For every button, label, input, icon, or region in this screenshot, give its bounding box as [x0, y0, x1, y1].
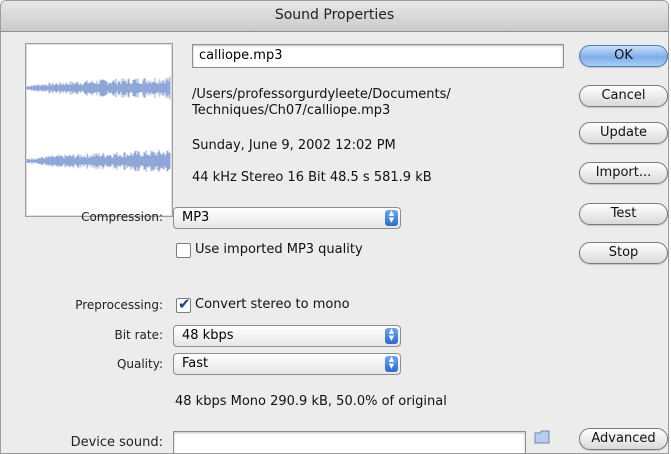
waveform-channel-1: [26, 76, 171, 100]
bitrate-select[interactable]: 48 kbps ▲ ▼: [173, 325, 401, 347]
popup-arrows-icon: ▲ ▼: [385, 356, 398, 372]
waveform-graphic: [26, 76, 171, 173]
advanced-button[interactable]: Advanced: [579, 428, 668, 450]
quality-label: Quality:: [116, 357, 163, 371]
quality-value: Fast: [182, 356, 209, 371]
use-imported-quality-checkbox[interactable]: [176, 243, 191, 258]
file-path-line1: /Users/professorgurdyleete/Documents/: [192, 87, 451, 102]
waveform-channel-2: [26, 149, 171, 173]
import-button[interactable]: Import...: [579, 162, 668, 184]
window-title: Sound Properties: [274, 7, 395, 23]
update-button[interactable]: Update: [579, 122, 668, 144]
checkmark-icon: ✔: [178, 295, 191, 313]
file-date: Sunday, June 9, 2002 12:02 PM: [192, 138, 396, 153]
quality-select[interactable]: Fast ▲ ▼: [173, 353, 401, 375]
preprocessing-label: Preprocessing:: [75, 298, 163, 312]
conversion-summary: 48 kbps Mono 290.9 kB, 50.0% of original: [175, 394, 447, 409]
sound-name-field[interactable]: calliope.mp3: [192, 44, 564, 68]
title-bar: Sound Properties: [1, 1, 668, 32]
waveform-preview: [25, 43, 173, 217]
file-info: 44 kHz Stereo 16 Bit 48.5 s 581.9 kB: [192, 170, 432, 185]
test-button[interactable]: Test: [579, 203, 668, 225]
convert-stereo-checkbox[interactable]: ✔: [176, 295, 191, 313]
stop-button[interactable]: Stop: [579, 242, 668, 264]
sound-name-value: calliope.mp3: [199, 48, 283, 63]
ok-button[interactable]: OK: [579, 45, 668, 67]
device-sound-field[interactable]: [173, 431, 526, 453]
bitrate-value: 48 kbps: [182, 328, 234, 343]
compression-label: Compression:: [81, 210, 163, 224]
compression-select[interactable]: MP3 ▲ ▼: [173, 207, 401, 229]
use-imported-quality-label: Use imported MP3 quality: [195, 242, 363, 257]
device-sound-label: Device sound:: [70, 435, 163, 450]
popup-arrows-icon: ▲ ▼: [385, 328, 398, 344]
folder-icon[interactable]: [534, 430, 550, 444]
file-path-line2: Techniques/Ch07/calliope.mp3: [192, 103, 391, 118]
convert-stereo-label: Convert stereo to mono: [195, 297, 350, 312]
compression-value: MP3: [182, 210, 210, 225]
bitrate-label: Bit rate:: [114, 328, 163, 342]
cancel-button[interactable]: Cancel: [579, 85, 668, 107]
popup-arrows-icon: ▲ ▼: [385, 210, 398, 226]
sound-properties-dialog: Sound Properties calliope.mp3 /Users/pro…: [0, 0, 669, 454]
